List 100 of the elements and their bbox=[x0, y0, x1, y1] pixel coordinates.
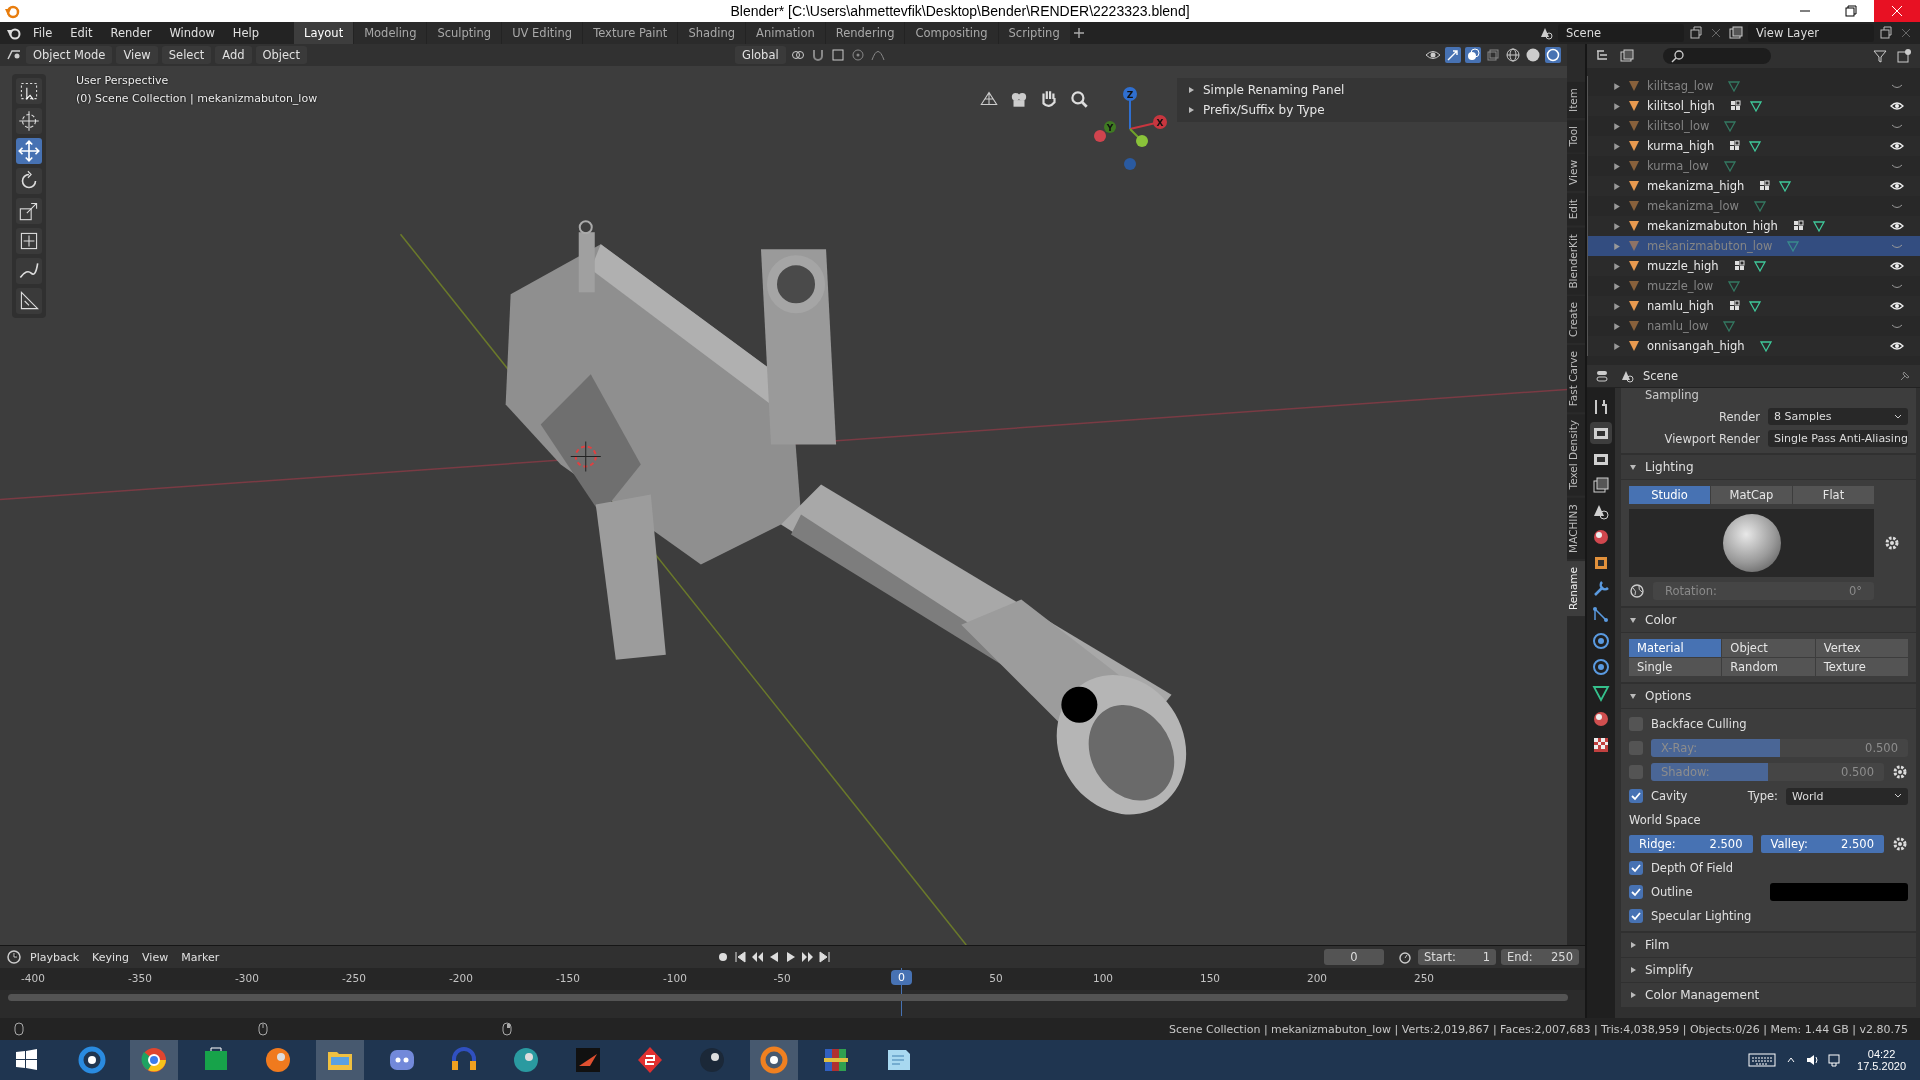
view-layer-icon[interactable] bbox=[1728, 25, 1744, 41]
workspace-tab[interactable]: Texture Paint bbox=[583, 22, 678, 44]
sidebar-tab[interactable]: View bbox=[1567, 154, 1585, 192]
proportional-edit-icon[interactable] bbox=[849, 47, 866, 63]
sidebar-tab[interactable]: Fast Carve bbox=[1567, 345, 1585, 413]
timeline-dropdown[interactable]: Keying bbox=[87, 949, 135, 965]
object-name[interactable]: namlu_low bbox=[1647, 319, 1709, 333]
eye-icon[interactable] bbox=[1890, 179, 1904, 193]
section-header[interactable]: Simplify bbox=[1621, 958, 1916, 982]
color-mode-button[interactable]: Random bbox=[1722, 658, 1815, 676]
pin-icon[interactable] bbox=[1898, 369, 1912, 383]
scale-tool-icon[interactable] bbox=[16, 198, 42, 224]
color-mode-button[interactable]: Material bbox=[1629, 639, 1722, 657]
sidebar-tab[interactable]: Edit bbox=[1567, 193, 1585, 226]
eye-icon[interactable] bbox=[1890, 219, 1904, 233]
xray-icon[interactable] bbox=[1485, 47, 1501, 63]
workspace-tab[interactable]: Animation bbox=[746, 22, 825, 44]
solid-shading-icon[interactable] bbox=[1525, 47, 1541, 63]
copy-icon[interactable] bbox=[1878, 25, 1894, 41]
snap-icon[interactable] bbox=[829, 47, 846, 63]
collapsed-panel[interactable]: Prefix/Suffix by Type bbox=[1177, 100, 1567, 120]
color-mode-button[interactable]: Single bbox=[1629, 658, 1722, 676]
settings-icon[interactable] bbox=[1884, 535, 1900, 551]
overlay-toggle-icon[interactable] bbox=[1465, 47, 1481, 63]
sidebar-tab[interactable]: Texel Density bbox=[1567, 414, 1585, 496]
filter-icon[interactable] bbox=[1872, 48, 1888, 64]
checkbox[interactable] bbox=[1629, 885, 1643, 899]
view-layer-tab-icon[interactable] bbox=[1590, 474, 1612, 496]
header-menu[interactable]: Select bbox=[161, 46, 212, 64]
mode-dropdown[interactable]: Object Mode bbox=[26, 46, 113, 64]
settings-icon[interactable] bbox=[1892, 764, 1908, 780]
workspace-tab[interactable]: Scripting bbox=[998, 22, 1070, 44]
workspace-tab[interactable]: Shading bbox=[678, 22, 746, 44]
object-name[interactable]: mekanizma_low bbox=[1647, 199, 1739, 213]
object-name[interactable]: namlu_high bbox=[1647, 299, 1714, 313]
eye-icon[interactable] bbox=[1890, 99, 1904, 113]
wireframe-shading-icon[interactable] bbox=[1505, 47, 1521, 63]
select-tool-icon[interactable] bbox=[16, 78, 42, 104]
section-header[interactable]: Lighting bbox=[1621, 455, 1916, 479]
ridge-field[interactable]: Ridge: 2.500 bbox=[1629, 835, 1753, 853]
object-name[interactable]: onnisangah_high bbox=[1647, 339, 1745, 353]
object-name[interactable]: kilitsag_low bbox=[1647, 79, 1714, 93]
sidebar-tab[interactable]: MACHIN3 bbox=[1567, 497, 1585, 559]
render-tab-icon[interactable] bbox=[1590, 422, 1612, 444]
world-icon[interactable] bbox=[1629, 583, 1645, 599]
workspace-tab[interactable]: UV Editing bbox=[502, 22, 583, 44]
valley-field[interactable]: Valley: 2.500 bbox=[1760, 835, 1884, 853]
navigation-gizmo[interactable]: Z X Y bbox=[1090, 84, 1170, 174]
eye-icon[interactable] bbox=[1890, 299, 1904, 313]
transform-tool-icon[interactable] bbox=[16, 228, 42, 254]
properties-editor-icon[interactable] bbox=[1595, 368, 1611, 384]
section-header[interactable]: Color Management bbox=[1621, 983, 1916, 1007]
keyboard-icon[interactable] bbox=[1747, 1050, 1778, 1070]
measure-tool-icon[interactable] bbox=[16, 288, 42, 314]
material-shading-icon[interactable] bbox=[1545, 47, 1561, 63]
clock-editor-icon[interactable] bbox=[6, 949, 22, 965]
cavity-type-dropdown[interactable]: World bbox=[1786, 787, 1908, 805]
new-collection-icon[interactable] bbox=[1896, 48, 1912, 64]
object-name[interactable]: mekanizma_high bbox=[1647, 179, 1745, 193]
sidebar-tab[interactable]: Rename bbox=[1567, 560, 1585, 616]
section-header[interactable]: Film bbox=[1621, 933, 1916, 957]
jump-start-icon[interactable] bbox=[733, 950, 748, 964]
object-name[interactable]: kurma_high bbox=[1647, 139, 1715, 153]
section-header[interactable]: Options bbox=[1621, 684, 1916, 708]
menu-item[interactable]: Edit bbox=[63, 24, 100, 42]
scrollbar[interactable] bbox=[8, 994, 1568, 1001]
sidebar-tab[interactable]: BlenderKit bbox=[1567, 227, 1585, 295]
sidebar-tab[interactable]: Item bbox=[1567, 82, 1585, 118]
sidebar-tab[interactable]: Create bbox=[1567, 296, 1585, 344]
color-swatch[interactable] bbox=[1770, 883, 1908, 901]
checkbox[interactable] bbox=[1629, 909, 1643, 923]
workspace-tab[interactable]: Sculpting bbox=[427, 22, 502, 44]
checkbox[interactable] bbox=[1629, 789, 1643, 803]
physics-tab-icon[interactable] bbox=[1590, 630, 1612, 652]
object-name[interactable]: muzzle_low bbox=[1647, 279, 1714, 293]
search-field[interactable] bbox=[1663, 48, 1771, 64]
workspace-tab[interactable]: Modeling bbox=[354, 22, 427, 44]
end-frame-field[interactable]: End: 250 bbox=[1501, 949, 1579, 965]
header-menu[interactable]: Object bbox=[255, 46, 307, 64]
sidebar-tab[interactable]: Tool bbox=[1567, 119, 1585, 153]
settings-icon[interactable] bbox=[1892, 836, 1908, 852]
gizmo-toggle-icon[interactable] bbox=[1445, 47, 1461, 63]
object-name[interactable]: kurma_low bbox=[1647, 159, 1709, 173]
scene-field[interactable]: Scene bbox=[1558, 24, 1684, 42]
timeline-menu[interactable]: Marker bbox=[176, 949, 225, 965]
color-mode-button[interactable]: Object bbox=[1722, 639, 1815, 657]
eye-icon[interactable] bbox=[1890, 139, 1904, 153]
display-mode-icon[interactable] bbox=[1619, 48, 1635, 64]
start-frame-field[interactable]: Start: 1 bbox=[1418, 949, 1496, 965]
section-header[interactable]: Sampling bbox=[1621, 388, 1916, 402]
orbit-app-icon[interactable] bbox=[750, 1040, 798, 1080]
color-mode-button[interactable]: Vertex bbox=[1815, 639, 1908, 657]
next-keyframe-icon[interactable] bbox=[801, 950, 816, 964]
clock-date[interactable]: 17.5.2020 bbox=[1857, 1060, 1906, 1072]
menu-item[interactable]: Window bbox=[162, 24, 222, 42]
lighting-mode-button[interactable]: MatCap bbox=[1711, 486, 1792, 504]
previous-keyframe-icon[interactable] bbox=[750, 950, 765, 964]
workspace-tab[interactable]: Compositing bbox=[905, 22, 998, 44]
object-name[interactable]: mekanizmabuton_high bbox=[1647, 219, 1778, 233]
constraints-tab-icon[interactable] bbox=[1590, 656, 1612, 678]
